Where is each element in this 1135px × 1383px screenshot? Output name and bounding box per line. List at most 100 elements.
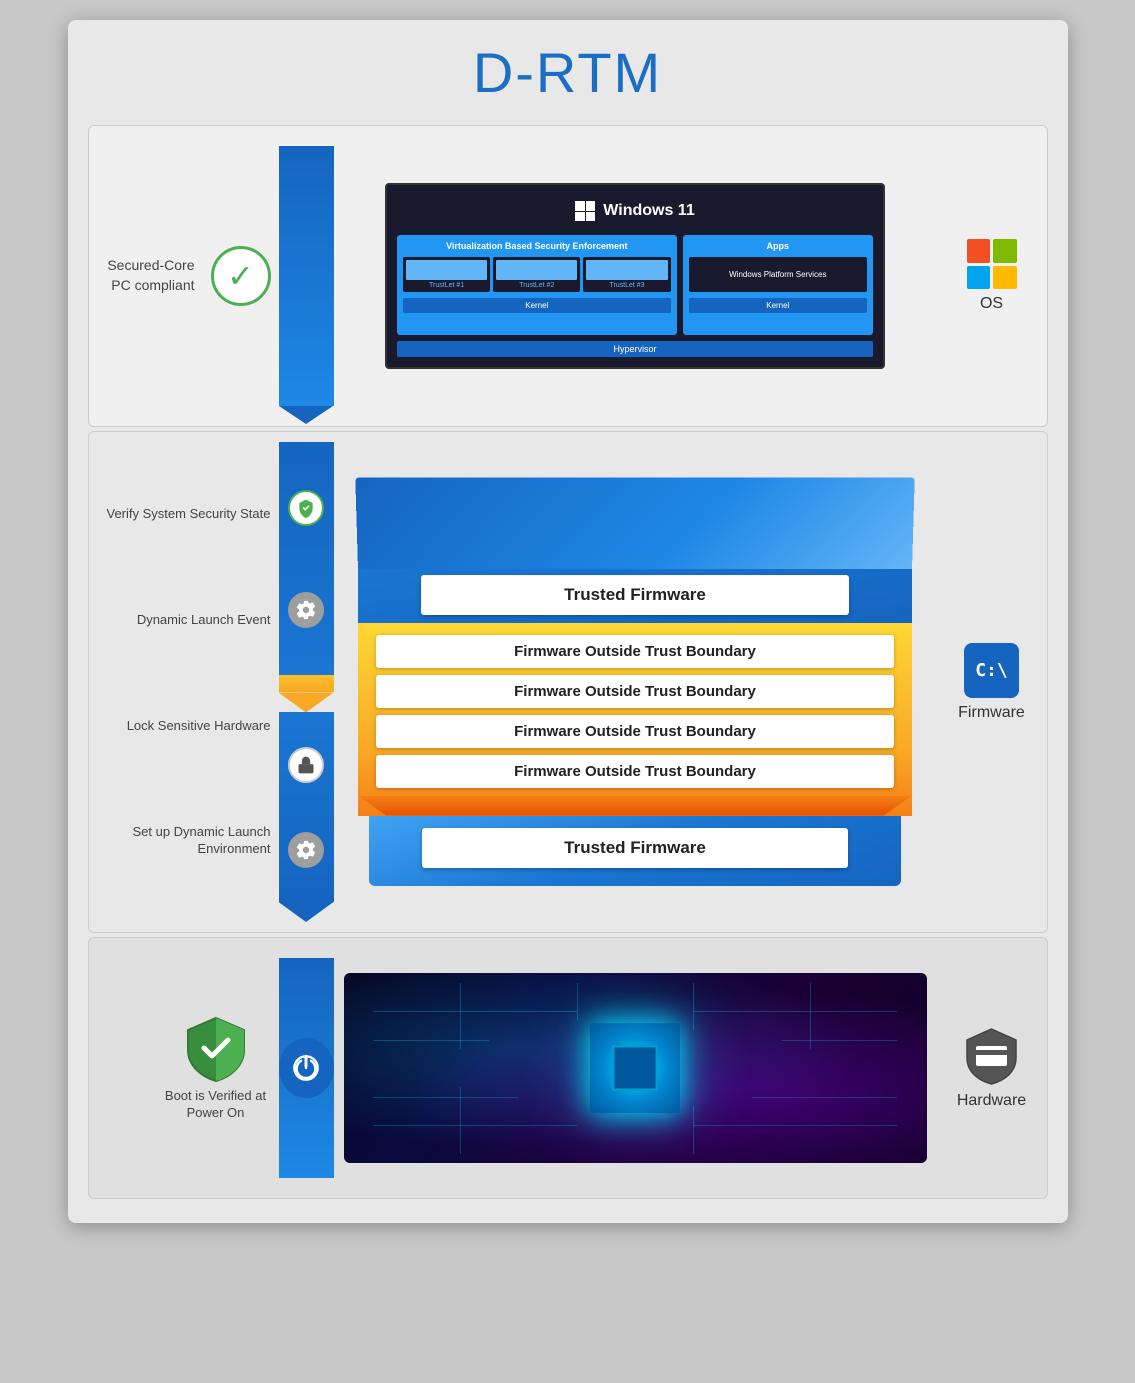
trustlets-row: TrustLet #1 TrustLet #2 TrustLet #3 [403, 257, 671, 292]
hypervisor-bar: Hypervisor [397, 341, 873, 357]
verify-label-group: Verify System Security State [106, 506, 270, 523]
circuit-h7 [752, 1097, 898, 1098]
fw-outside-3: Firmware Outside Trust Boundary [376, 715, 894, 748]
circuit-v5 [460, 1087, 461, 1154]
vbs-kernel-bar: Kernel [403, 298, 671, 313]
trustlet-3: TrustLet #3 [583, 257, 670, 292]
circuit-v3 [693, 983, 694, 1031]
win-logo-q3 [575, 212, 585, 222]
circuit-v6 [693, 1106, 694, 1154]
fw-right-icon: C:\ Firmware [937, 442, 1047, 922]
fw-outside-1: Firmware Outside Trust Boundary [376, 635, 894, 668]
fw-perspective-stack: Trusted Firmware Firmware Outside Trust … [358, 479, 912, 886]
circuit-v2 [577, 983, 578, 1021]
fw-trusted-top-row: Trusted Firmware [358, 567, 912, 623]
trustlet-1: TrustLet #1 [403, 257, 490, 292]
fw-blue-chevron-bottom [279, 902, 334, 922]
hw-left-col: Boot is Verified at Power On [89, 958, 279, 1178]
vbs-block: Virtualization Based Security Enforcemen… [397, 235, 677, 335]
verify-label: Verify System Security State [106, 506, 270, 523]
hw-right-icon: Hardware [937, 958, 1047, 1178]
hardware-label: Hardware [957, 1092, 1026, 1110]
trustlet-1-label: TrustLet #1 [406, 282, 487, 289]
lock-hw-label: Lock Sensitive Hardware [127, 718, 271, 735]
os-label: OS [980, 295, 1003, 313]
green-shield-icon [186, 1014, 246, 1082]
os-left-label-col: Secured-Core PC compliant ✓ [89, 146, 279, 406]
fw-content: Trusted Firmware Firmware Outside Trust … [334, 442, 937, 922]
hw-label-group: Boot is Verified at Power On [161, 1014, 271, 1122]
fw-blue-bottom-bar [279, 712, 334, 902]
setup-dle-label-group: Set up Dynamic Launch Environment [97, 824, 271, 858]
vbs-title: Virtualization Based Security Enforcemen… [403, 241, 671, 251]
gear-icon [295, 599, 317, 621]
circuit-h5 [693, 1011, 897, 1012]
fw-blue-top-slab [355, 477, 914, 569]
circuit-h3 [373, 1097, 519, 1098]
hw-blue-bar [279, 958, 334, 1178]
ms-red [967, 239, 991, 263]
circuit-h8 [693, 1125, 897, 1126]
ms-logo-icon [967, 239, 1017, 289]
trustlet-3-label: TrustLet #3 [586, 282, 667, 289]
circuit-v1 [460, 983, 461, 1050]
page-title: D-RTM [88, 40, 1048, 105]
os-content: Windows 11 Virtualization Based Security… [334, 146, 937, 406]
circuit-h4 [373, 1125, 577, 1126]
verify-icon [288, 490, 324, 526]
gear2-icon [295, 839, 317, 861]
windows-title: Windows 11 [603, 202, 694, 220]
os-section: Secured-Core PC compliant ✓ [88, 125, 1048, 427]
ms-yellow [993, 266, 1017, 290]
page-wrapper: D-RTM Secured-Core PC compliant ✓ [68, 20, 1068, 1223]
firmware-label: Firmware [958, 704, 1025, 722]
windows-logo [575, 201, 595, 221]
trustlet-2-inner [496, 260, 577, 280]
trusted-firmware-top-label: Trusted Firmware [421, 575, 848, 615]
setup-dle-icon [288, 832, 324, 868]
secured-core-check-icon: ✓ [211, 246, 271, 306]
firmware-cmd-icon: C:\ [964, 643, 1019, 698]
setup-dle-label: Set up Dynamic Launch Environment [97, 824, 271, 858]
windows-content: Virtualization Based Security Enforcemen… [397, 235, 873, 335]
windows-titlebar: Windows 11 [397, 195, 873, 227]
ms-green [993, 239, 1017, 263]
os-chevron-down [279, 406, 333, 424]
hardware-section: Boot is Verified at Power On [88, 937, 1048, 1199]
apps-kernel-bar: Kernel [689, 298, 867, 313]
hw-shield-svg [964, 1026, 1019, 1086]
windows-mockup: Windows 11 Virtualization Based Security… [385, 183, 885, 369]
wps-block: Windows Platform Services [689, 257, 867, 292]
central-chip [590, 1023, 680, 1113]
fw-labels-col: Verify System Security State Dynamic Lau… [89, 442, 279, 922]
secured-core-label-group: Secured-Core PC compliant ✓ [89, 246, 271, 306]
apps-title: Apps [689, 241, 867, 251]
win-logo-q4 [586, 212, 596, 222]
hw-content [334, 958, 937, 1178]
fw-bar-col [279, 442, 334, 922]
trustlet-3-inner [586, 260, 667, 280]
dynamic-launch-label-group: Dynamic Launch Event [137, 612, 271, 629]
circuit-h1 [373, 1011, 577, 1012]
win-logo-q2 [586, 201, 596, 211]
lock-icon [288, 747, 324, 783]
chip-core [613, 1046, 658, 1091]
boot-verified-text: Boot is Verified at Power On [161, 1088, 271, 1122]
fw-outside-2: Firmware Outside Trust Boundary [376, 675, 894, 708]
circuit-h6 [781, 1040, 898, 1041]
fw-gold-stack: Firmware Outside Trust Boundary Firmware… [358, 623, 912, 816]
trusted-firmware-bottom-label: Trusted Firmware [422, 828, 847, 868]
circuit-h2 [373, 1040, 490, 1041]
trustlet-1-inner [406, 260, 487, 280]
secured-core-text: Secured-Core PC compliant [89, 256, 195, 295]
power-button-icon [279, 1038, 334, 1098]
chip-art [344, 973, 927, 1163]
apps-block: Apps Windows Platform Services Kernel [683, 235, 873, 335]
trustlet-2-label: TrustLet #2 [496, 282, 577, 289]
os-blue-bar [279, 146, 334, 406]
fw-outside-4: Firmware Outside Trust Boundary [376, 755, 894, 788]
dynamic-launch-label: Dynamic Launch Event [137, 612, 271, 629]
fw-gold-connector [279, 675, 334, 692]
trustlet-2: TrustLet #2 [493, 257, 580, 292]
verify-shield-svg [296, 498, 316, 518]
